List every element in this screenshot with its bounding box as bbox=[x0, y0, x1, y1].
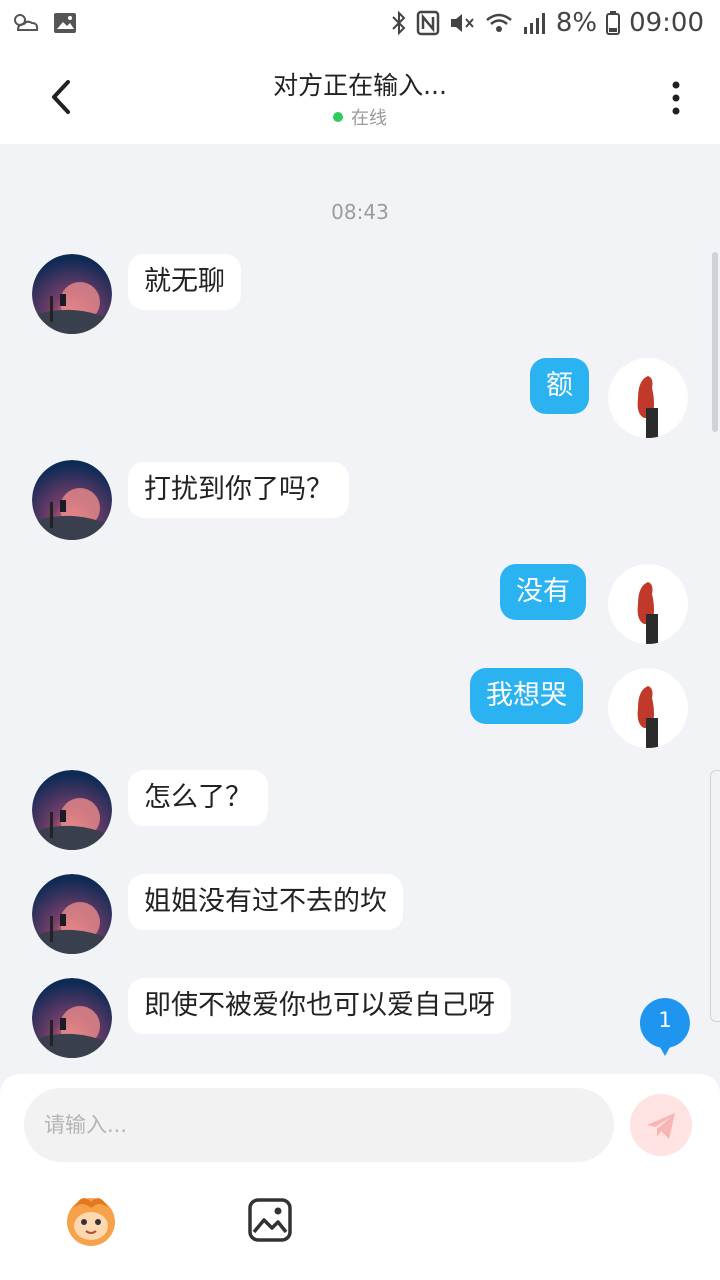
contact-avatar[interactable] bbox=[32, 254, 112, 334]
status-bar: 8% 09:00 bbox=[0, 0, 720, 50]
unread-count: 1 bbox=[658, 1008, 672, 1032]
gallery-notification-icon bbox=[54, 13, 76, 33]
battery-icon bbox=[606, 11, 621, 35]
weather-icon bbox=[14, 14, 39, 31]
user-avatar[interactable] bbox=[608, 358, 688, 438]
nfc-icon bbox=[416, 10, 440, 36]
user-avatar[interactable] bbox=[608, 564, 688, 644]
more-vertical-icon[interactable] bbox=[664, 78, 688, 118]
message-bubble[interactable]: 没有 bbox=[500, 564, 586, 620]
status-left-icons bbox=[10, 10, 78, 36]
image-icon[interactable] bbox=[246, 1196, 294, 1244]
scrollbar-thumb[interactable] bbox=[712, 252, 718, 432]
online-label: 在线 bbox=[351, 108, 387, 129]
chat-messages[interactable]: 08:43 就无聊 额 打扰到你了吗？ 没有 我想哭 怎么了？ 姐姐没有过不去的… bbox=[0, 144, 720, 1074]
message-bubble[interactable]: 怎么了？ bbox=[128, 770, 268, 826]
message-bubble[interactable]: 姐姐没有过不去的坎 bbox=[128, 874, 403, 930]
emoji-icon[interactable] bbox=[60, 1188, 122, 1250]
message-input[interactable]: 请输入... bbox=[24, 1088, 614, 1162]
message-bubble[interactable]: 额 bbox=[530, 358, 589, 414]
signal-icon bbox=[523, 13, 545, 34]
message-bubble[interactable]: 就无聊 bbox=[128, 254, 241, 310]
contact-avatar[interactable] bbox=[32, 460, 112, 540]
send-icon bbox=[647, 1113, 675, 1139]
online-status: 在线 bbox=[0, 104, 720, 130]
contact-avatar[interactable] bbox=[32, 874, 112, 954]
clock: 09:00 bbox=[629, 8, 704, 38]
status-right-icons: 8% 09:00 bbox=[390, 8, 704, 38]
contact-avatar[interactable] bbox=[32, 770, 112, 850]
message-bubble[interactable]: 打扰到你了吗？ bbox=[128, 462, 349, 518]
battery-percent: 8% bbox=[555, 8, 598, 38]
wifi-icon bbox=[486, 13, 512, 32]
send-button[interactable] bbox=[630, 1094, 692, 1156]
chat-timestamp: 08:43 bbox=[331, 200, 389, 224]
online-dot bbox=[333, 112, 343, 122]
message-bubble[interactable]: 即使不被爱你也可以爱自己呀 bbox=[128, 978, 511, 1034]
unread-badge[interactable]: 1 bbox=[638, 996, 692, 1056]
bluetooth-icon bbox=[392, 10, 406, 36]
scroll-edge-handle[interactable] bbox=[710, 770, 720, 1022]
chat-header: 对方正在输入... 在线 bbox=[0, 50, 720, 144]
message-bubble[interactable]: 我想哭 bbox=[470, 668, 583, 724]
mute-icon bbox=[450, 14, 474, 32]
user-avatar[interactable] bbox=[608, 668, 688, 748]
composer-bar: 请输入... bbox=[0, 1074, 720, 1280]
contact-avatar[interactable] bbox=[32, 978, 112, 1058]
page-title: 对方正在输入... bbox=[273, 71, 447, 100]
